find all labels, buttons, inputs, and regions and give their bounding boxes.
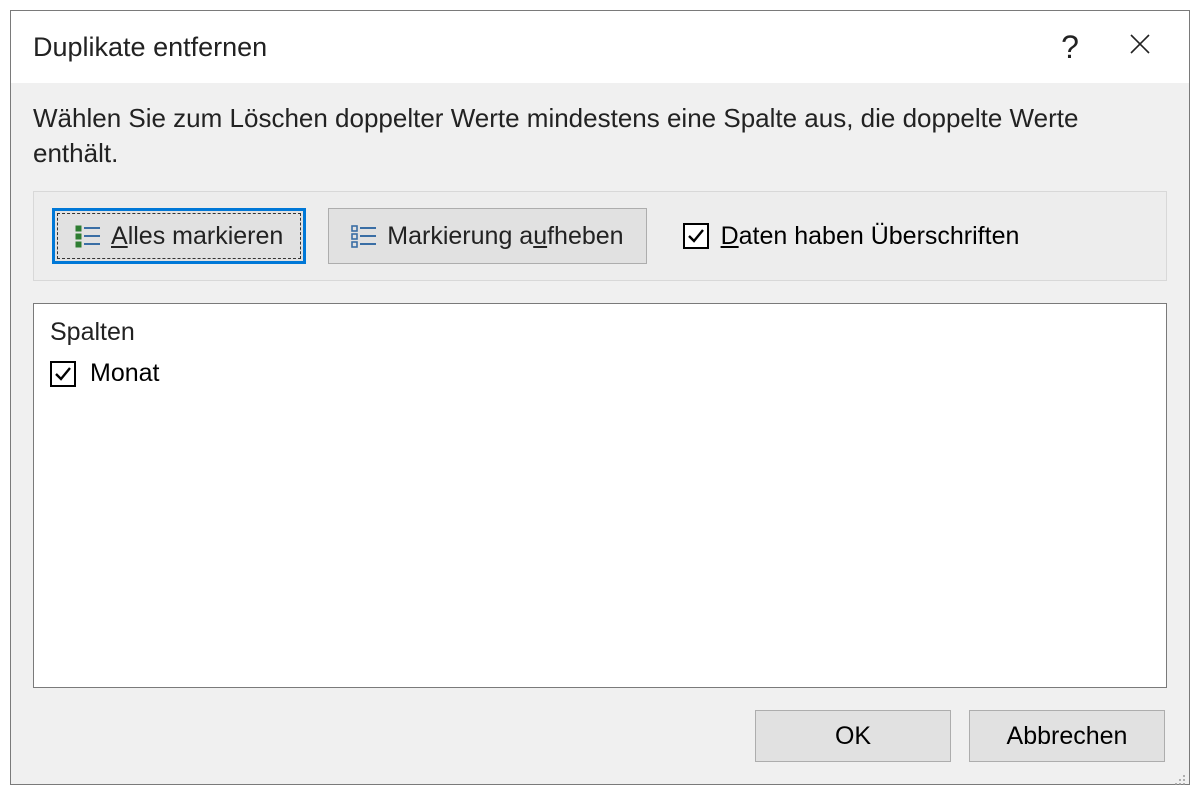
dialog-footer: OK Abbrechen [33,688,1167,768]
instructions-text: Wählen Sie zum Löschen doppelter Werte m… [33,101,1167,171]
column-item-label: Monat [90,359,159,388]
toolbar: Alles markieren Markierung aufheben [33,191,1167,281]
checkbox-icon [683,223,709,249]
select-all-label: Alles markieren [111,222,283,251]
close-button[interactable] [1111,19,1169,75]
resize-grip[interactable] [1171,766,1187,782]
unselect-all-label: Markierung aufheben [387,222,623,251]
data-has-headers-label: Daten haben Überschriften [721,222,1020,251]
select-all-button[interactable]: Alles markieren [52,208,306,264]
select-all-icon [75,223,101,249]
dialog-body: Wählen Sie zum Löschen doppelter Werte m… [11,83,1189,784]
columns-header: Spalten [48,314,1152,357]
checkbox-icon [50,361,76,387]
data-has-headers-checkbox[interactable]: Daten haben Überschriften [683,222,1020,251]
titlebar: Duplikate entfernen ? [11,11,1189,83]
close-icon [1128,30,1152,64]
column-item[interactable]: Monat [48,357,1152,390]
help-button[interactable]: ? [1041,19,1099,75]
unselect-all-button[interactable]: Markierung aufheben [328,208,646,264]
remove-duplicates-dialog: Duplikate entfernen ? Wählen Sie zum Lös… [10,10,1190,785]
unselect-all-icon [351,223,377,249]
dialog-title: Duplikate entfernen [33,32,1041,63]
cancel-button[interactable]: Abbrechen [969,710,1165,762]
ok-button[interactable]: OK [755,710,951,762]
columns-listbox[interactable]: Spalten Monat [33,303,1167,688]
